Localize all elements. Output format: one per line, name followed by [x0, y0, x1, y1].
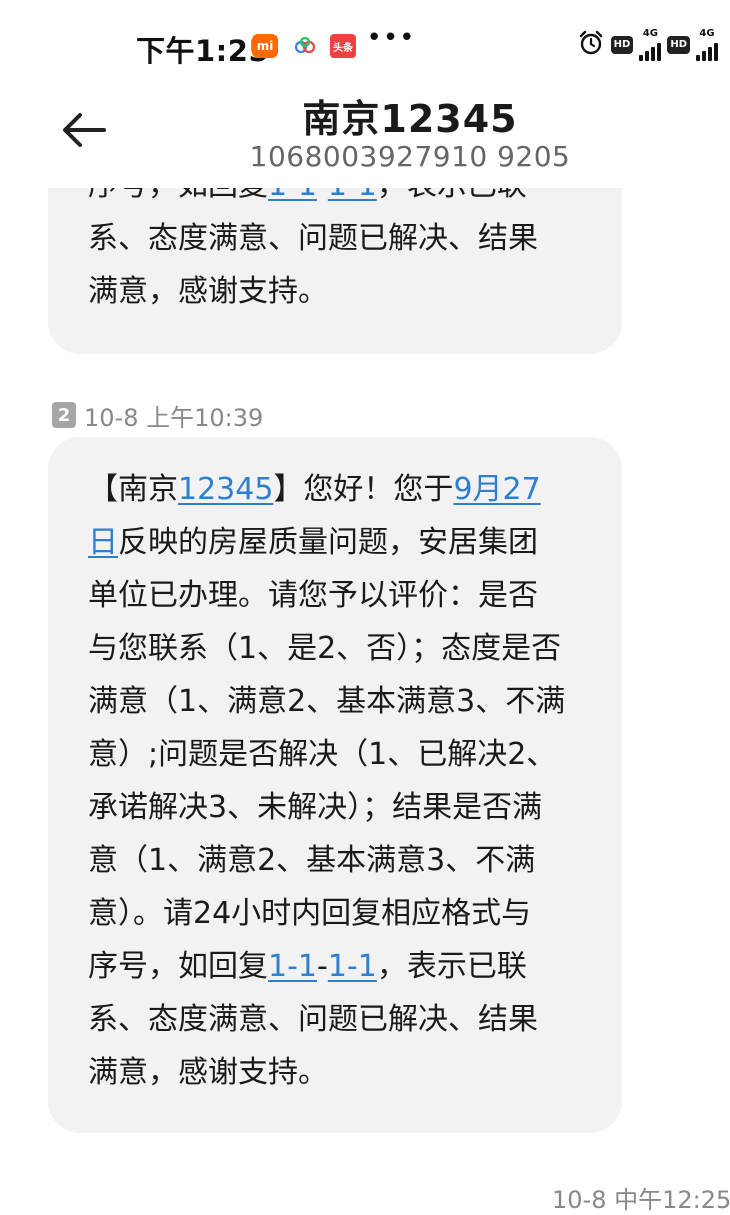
- message-link[interactable]: 1-1: [328, 949, 377, 984]
- message-text-segment: 】您好！您于: [273, 472, 454, 507]
- status-bar: 下午1:25 mi 头条 ••• HD 4G HD 4G: [0, 0, 730, 92]
- message-line: 日反映的房屋质量问题，安居集团: [88, 516, 565, 569]
- status-right-group: HD 4G HD 4G: [577, 28, 718, 61]
- message-text-segment: 意）。请24小时内回复相应格式与: [88, 896, 532, 931]
- hd-voice-badge-2: HD: [667, 36, 690, 54]
- message-text-segment: 反映的房屋质量问题，安居集团: [118, 525, 538, 560]
- message-text-segment: 意（1、满意2、基本满意3、不满: [88, 843, 536, 878]
- alarm-icon: [577, 29, 605, 61]
- message-link[interactable]: 9月27: [453, 472, 540, 507]
- message-line: 满意，感谢支持。: [88, 1046, 565, 1099]
- message-text-segment: 【南京: [88, 472, 178, 507]
- message-link[interactable]: 12345: [178, 472, 273, 507]
- message-link[interactable]: 日: [88, 525, 118, 560]
- message-line: 满意（1、满意2、基本满意3、不满: [88, 675, 565, 728]
- message-line: 系、态度满意、问题已解决、结果: [88, 212, 538, 265]
- signal-icon: [696, 39, 718, 61]
- message-text-segment: 承诺解决3、未解决）；结果是否满: [88, 790, 543, 825]
- message-text-segment: 满意（1、满意2、基本满意3、不满: [88, 684, 566, 719]
- message-text-segment: 系、态度满意、问题已解决、结果: [88, 221, 538, 256]
- network-type-2: 4G: [699, 28, 715, 39]
- more-notifications-icon: •••: [366, 23, 416, 53]
- message-text-segment: ，表示已联: [376, 949, 527, 984]
- toutiao-app-icon: 头条: [330, 34, 356, 58]
- mi-app-icon: mi: [252, 34, 278, 58]
- sms-conversation-screen: 下午1:25 mi 头条 ••• HD 4G HD 4G 南京12345 106…: [0, 0, 730, 1215]
- sim-card-icon: 2: [52, 402, 76, 428]
- message-line: 与您联系（1、是2、否）；态度是否: [88, 622, 565, 675]
- message-text-segment: 单位已办理。请您予以评价：是否: [88, 578, 538, 613]
- message-text-segment: 与您联系（1、是2、否）；态度是否: [88, 631, 562, 666]
- message-line: 序号，如回复1-1-1-1，表示已联: [88, 940, 565, 993]
- message-bubble[interactable]: 【南京12345】您好！您于9月27 日反映的房屋质量问题，安居集团 单位已办理。请…: [48, 437, 622, 1133]
- message-line: 意（1、满意2、基本满意3、不满: [88, 834, 565, 887]
- message-line: 意）;问题是否解决（1、已解决2、: [88, 728, 565, 781]
- message-text-segment: 满意，感谢支持。: [88, 1055, 328, 1090]
- next-message-timestamp: 10-8 中午12:25: [552, 1186, 730, 1214]
- contact-name: 南京12345: [302, 97, 518, 141]
- message-line: 单位已办理。请您予以评价：是否: [88, 569, 565, 622]
- message-timestamp: 10-8 上午10:39: [84, 403, 264, 432]
- message-text: 【南京12345】您好！您于9月27 日反映的房屋质量问题，安居集团 单位已办理。请…: [88, 463, 565, 1099]
- conversation-header: 南京12345 1068003927910 9205: [0, 92, 730, 188]
- contact-number: 1068003927910 9205: [249, 140, 571, 173]
- message-text-segment: 系、态度满意、问题已解决、结果: [88, 1002, 538, 1037]
- signal-icon: [639, 39, 662, 61]
- message-link[interactable]: 1-1: [268, 949, 317, 984]
- message-text-segment: 序号，如回复: [88, 949, 268, 984]
- network-indicator-1: 4G: [639, 28, 662, 61]
- network-indicator-2: 4G: [696, 29, 718, 61]
- cloud-app-icon: [292, 34, 318, 58]
- hd-voice-badge-1: HD: [610, 36, 634, 54]
- message-line: 【南京12345】您好！您于9月27: [88, 463, 565, 516]
- message-text-segment: 意）;问题是否解决（1、已解决2、: [88, 737, 557, 772]
- network-type-1: 4G: [642, 28, 658, 39]
- message-meta: 2 10-8 上午10:39: [52, 400, 264, 432]
- message-text-segment: 满意，感谢支持。: [88, 274, 328, 309]
- message-text-segment: -: [317, 949, 328, 984]
- message-line: 满意，感谢支持。: [88, 265, 538, 318]
- status-time: 下午1:25: [136, 34, 270, 68]
- message-line: 系、态度满意、问题已解决、结果: [88, 993, 565, 1046]
- message-line: 承诺解决3、未解决）；结果是否满: [88, 781, 565, 834]
- message-line: 意）。请24小时内回复相应格式与: [88, 887, 565, 940]
